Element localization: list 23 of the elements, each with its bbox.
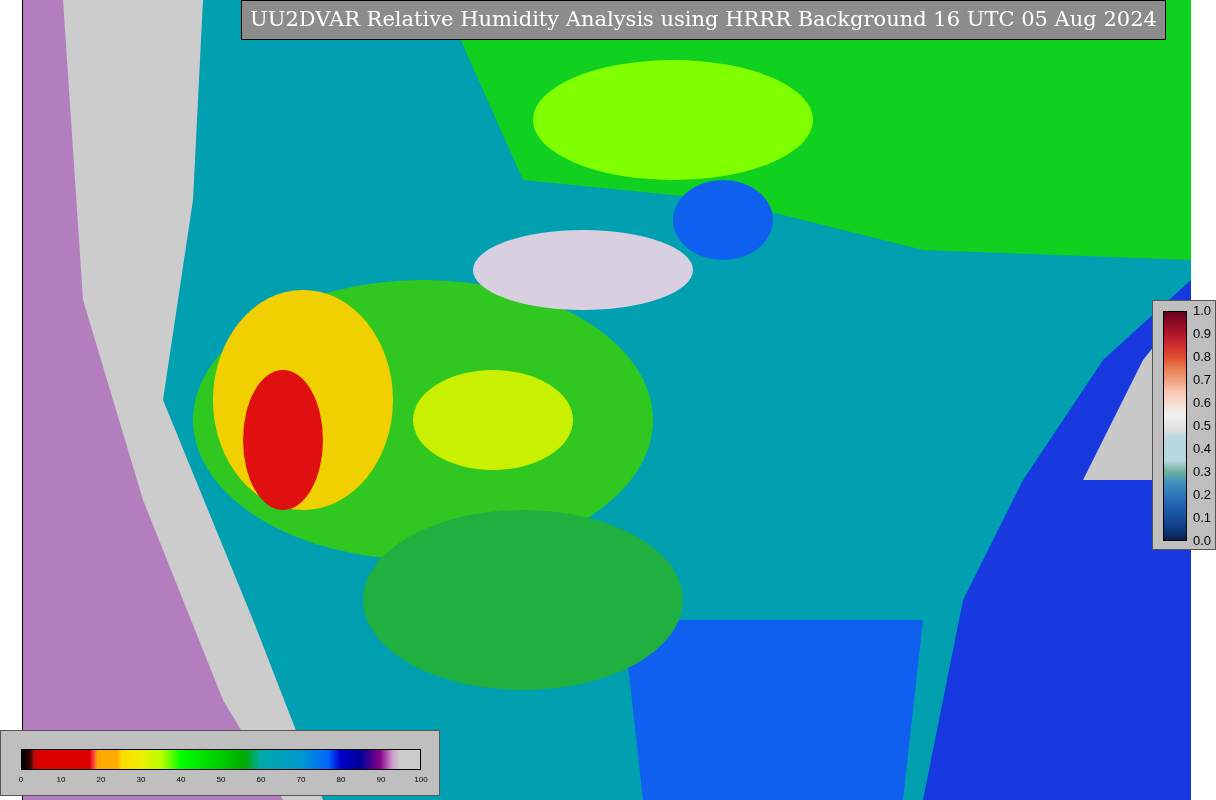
tick-label: 40 xyxy=(176,775,186,785)
tick-label: 90 xyxy=(376,775,386,785)
tick-label: 10 xyxy=(56,775,66,785)
tick-label: 0.0 xyxy=(1193,534,1212,548)
tick-label: 60 xyxy=(256,775,266,785)
tick-label: 0.3 xyxy=(1193,465,1212,479)
tick-label: 0.5 xyxy=(1193,419,1212,433)
tick-label: 0.1 xyxy=(1193,511,1212,525)
tick-label: 30 xyxy=(136,775,146,785)
tick-label: 50 xyxy=(216,775,226,785)
tick-label: 0.6 xyxy=(1193,396,1212,410)
tick-label: 0 xyxy=(18,775,24,785)
tick-label: 0.4 xyxy=(1193,442,1212,456)
tick-label: 100 xyxy=(414,775,428,785)
tick-label: 1.0 xyxy=(1193,304,1212,318)
tick-label: 0.9 xyxy=(1193,327,1212,341)
map-title: UU2DVAR Relative Humidity Analysis using HRRR Background 16 UTC 05 Aug 2024 xyxy=(241,0,1166,40)
tick-label: 70 xyxy=(296,775,306,785)
tick-label: 0.7 xyxy=(1193,373,1212,387)
tick-label: 20 xyxy=(96,775,106,785)
tick-label: 80 xyxy=(336,775,346,785)
tick-label: 0.2 xyxy=(1193,488,1212,502)
tick-label: 0.8 xyxy=(1193,350,1212,364)
